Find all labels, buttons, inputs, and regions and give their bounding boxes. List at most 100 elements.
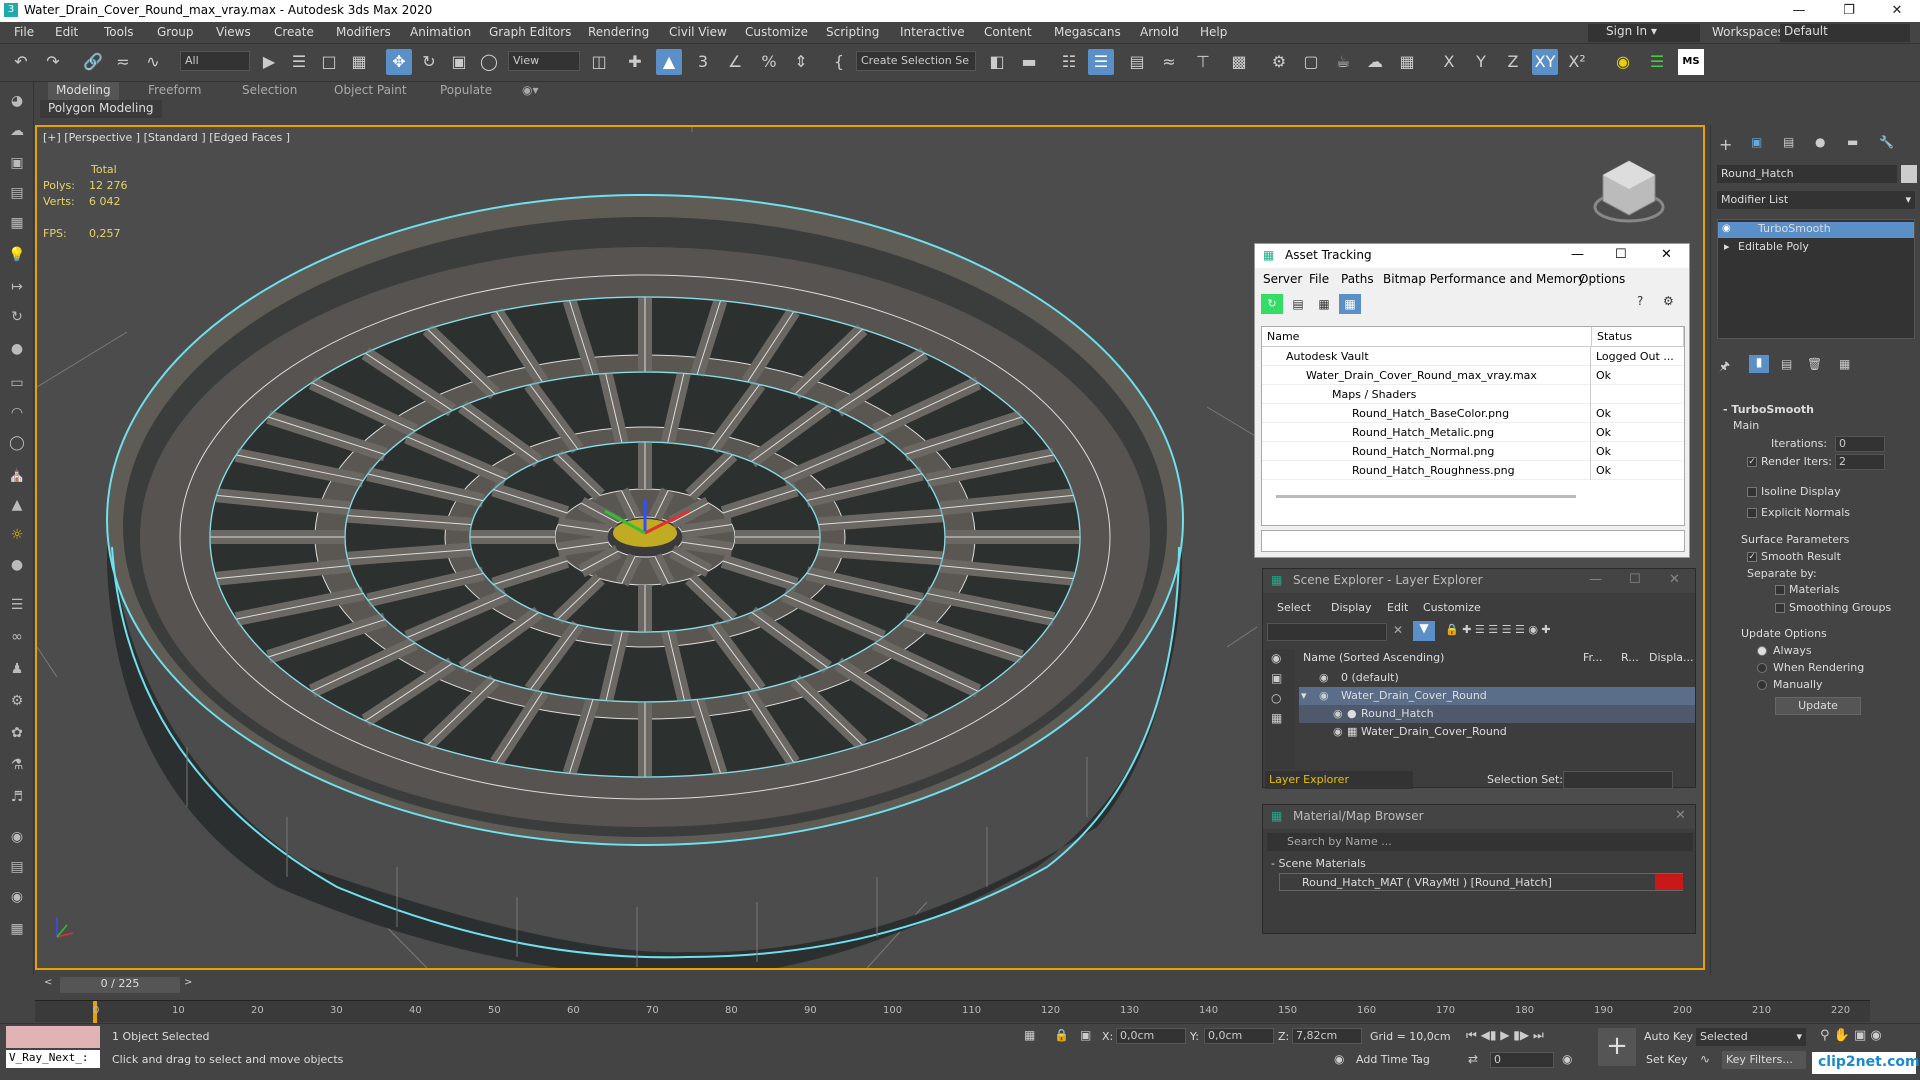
undo-icon[interactable]: ↶ bbox=[8, 49, 34, 75]
menu-help[interactable]: Help bbox=[1200, 25, 1227, 39]
add-time-tag-button[interactable]: Add Time Tag bbox=[1356, 1053, 1430, 1072]
scene-display-cameras-icon[interactable]: ▦ bbox=[1271, 711, 1282, 725]
menu-modifiers[interactable]: Modifiers bbox=[336, 25, 391, 39]
menu-views[interactable]: Views bbox=[216, 25, 251, 39]
reference-coord-dropdown[interactable]: View bbox=[508, 51, 580, 71]
explicit-normals-checkbox[interactable] bbox=[1747, 508, 1757, 518]
scene-object-row[interactable]: ◉ ▦ Water_Drain_Cover_Round bbox=[1299, 723, 1695, 741]
lock-selection-icon[interactable]: 🔒 bbox=[1054, 1028, 1069, 1042]
mirror-icon[interactable]: ◧ bbox=[984, 49, 1010, 75]
vray-frame-icon[interactable]: ▦ bbox=[1394, 49, 1420, 75]
scene-layer-row[interactable]: ◉ 0 (default) bbox=[1299, 669, 1695, 687]
scene-menu-edit[interactable]: Edit bbox=[1387, 601, 1408, 620]
show-end-result-icon[interactable]: ▮ bbox=[1749, 355, 1769, 373]
pivot-icon[interactable]: ◫ bbox=[586, 49, 612, 75]
asset-row[interactable]: Round_Hatch_Normal.png Ok bbox=[1262, 442, 1684, 461]
select-manipulate-icon[interactable]: ✚ bbox=[622, 49, 648, 75]
keyboard-shortcut-icon[interactable]: ▲ bbox=[656, 49, 682, 75]
layers-tool-icon[interactable]: ▤ bbox=[6, 182, 28, 204]
sphere-tool-icon[interactable]: ◯ bbox=[6, 432, 28, 454]
toggle-scene-explorer-icon[interactable]: ☷ bbox=[1056, 49, 1082, 75]
motion-tab-icon[interactable]: ● bbox=[1815, 135, 1825, 149]
hemisphere-tool-icon[interactable]: ◠ bbox=[6, 402, 28, 424]
playback-controls[interactable]: ⏮ ◀▮ ▶ ▮▶ ⏭ bbox=[1466, 1028, 1544, 1043]
object-color-swatch[interactable] bbox=[1901, 165, 1917, 183]
manually-radio[interactable] bbox=[1757, 680, 1767, 690]
auto-key-button[interactable]: Auto Key bbox=[1644, 1030, 1693, 1049]
menu-customize[interactable]: Customize bbox=[745, 25, 808, 39]
always-radio[interactable] bbox=[1757, 646, 1767, 656]
menu-megascans[interactable]: Megascans bbox=[1054, 25, 1121, 39]
asset-scrollbar[interactable] bbox=[1276, 495, 1576, 498]
window-crossing-icon[interactable]: ▦ bbox=[346, 49, 372, 75]
rotate-icon[interactable]: ↻ bbox=[416, 49, 442, 75]
axis-z-button[interactable]: Z bbox=[1500, 49, 1526, 75]
scene-minimize-icon[interactable]: — bbox=[1589, 572, 1602, 587]
ribbon-icon[interactable]: ▤ bbox=[1124, 49, 1150, 75]
render-iters-spinner[interactable]: 2 bbox=[1835, 454, 1885, 470]
rendered-frame-icon[interactable]: ▢ bbox=[1298, 49, 1324, 75]
time-tag-icon[interactable]: ◉ bbox=[1334, 1052, 1344, 1066]
edit-named-selection-icon[interactable]: { bbox=[826, 49, 852, 75]
modify-tab-icon[interactable]: ▣ bbox=[1751, 135, 1762, 149]
snaps-toggle-icon[interactable]: 3 bbox=[690, 49, 716, 75]
eye-icon[interactable]: ◉ bbox=[1319, 689, 1329, 702]
menu-arnold[interactable]: Arnold bbox=[1140, 25, 1179, 39]
smooth-result-checkbox[interactable]: ✓ bbox=[1747, 552, 1757, 562]
percent-snap-icon[interactable]: % bbox=[756, 49, 782, 75]
close-icon[interactable]: ✕ bbox=[1874, 0, 1920, 22]
asset-minimize-icon[interactable]: — bbox=[1571, 247, 1584, 262]
set-key-button[interactable]: Set Key bbox=[1646, 1053, 1688, 1072]
gear-tool-icon[interactable]: ⚙ bbox=[6, 690, 28, 712]
asset-col-name[interactable]: Name bbox=[1262, 327, 1592, 347]
place-icon[interactable]: ◯ bbox=[476, 49, 502, 75]
scene-col-render[interactable]: R... bbox=[1621, 651, 1639, 670]
biped-tool-icon[interactable]: ♟ bbox=[6, 658, 28, 680]
asset-row[interactable]: Round_Hatch_BaseColor.png Ok bbox=[1262, 404, 1684, 423]
schematic-view-icon[interactable]: ⊤ bbox=[1190, 49, 1216, 75]
menu-scripting[interactable]: Scripting bbox=[826, 25, 879, 39]
menu-create[interactable]: Create bbox=[274, 25, 314, 39]
plant-tool-icon[interactable]: ✿ bbox=[6, 722, 28, 744]
asset-menu-bitmap[interactable]: Bitmap Performance and Memory bbox=[1383, 272, 1585, 286]
asset-settings-icon[interactable]: ⚙ bbox=[1663, 294, 1674, 308]
material-editor-icon[interactable]: ▩ bbox=[1226, 49, 1252, 75]
vray-tool-icon[interactable]: ◉ bbox=[6, 886, 28, 908]
stack-item-turbosmooth[interactable]: TurboSmooth bbox=[1718, 222, 1914, 238]
menu-content[interactable]: Content bbox=[984, 25, 1032, 39]
viewport-nav-icons[interactable]: ⚲ ✋ ▣ ◉ bbox=[1820, 1028, 1882, 1043]
menu-file[interactable]: File bbox=[14, 25, 34, 39]
move-icon[interactable]: ✥ bbox=[386, 49, 412, 75]
sun-tool-icon[interactable]: ☼ bbox=[6, 524, 28, 546]
display-tab-icon[interactable]: ▬ bbox=[1847, 135, 1858, 149]
materials-checkbox[interactable] bbox=[1775, 585, 1785, 595]
hf-tool-icon[interactable]: ⚗ bbox=[6, 754, 28, 776]
vray-lights-icon[interactable]: ◉ bbox=[1610, 49, 1636, 75]
material-search-field[interactable]: Search by Name ... bbox=[1267, 833, 1693, 851]
scene-display-geometry-icon[interactable]: ▣ bbox=[1271, 671, 1282, 685]
eye-icon[interactable]: ◉ bbox=[1722, 223, 1731, 234]
named-selection-dropdown[interactable]: Create Selection Se bbox=[856, 51, 976, 71]
render-cloud-icon[interactable]: ☁ bbox=[1362, 49, 1388, 75]
cone-tool-icon[interactable]: ▲ bbox=[6, 494, 28, 516]
globe-tool-icon[interactable]: ◉ bbox=[6, 826, 28, 848]
maxscript-mini-listener[interactable]: V_Ray_Next_: bbox=[6, 1050, 100, 1068]
eye-icon[interactable]: ◉ bbox=[1333, 725, 1343, 738]
object-name-field[interactable]: Round_Hatch bbox=[1717, 165, 1897, 183]
scene-col-freeze[interactable]: Fr... bbox=[1583, 651, 1603, 670]
zoom-icon[interactable]: ▣ bbox=[6, 152, 28, 174]
menu-graph-editors[interactable]: Graph Editors bbox=[489, 25, 571, 39]
track-bar[interactable]: 0 10 20 30 40 50 60 70 80 90 100 110 120 130 140 150 160… bbox=[35, 1000, 1870, 1023]
expand-icon[interactable]: ▸ bbox=[1724, 240, 1730, 253]
render-iters-checkbox[interactable]: ✓ bbox=[1747, 457, 1757, 467]
eye-icon[interactable]: ◉ bbox=[1333, 707, 1343, 720]
scene-display-objects-icon[interactable]: ◉ bbox=[1271, 651, 1281, 665]
rect-selection-icon[interactable]: □ bbox=[316, 49, 342, 75]
stack-item-editable-poly[interactable]: ▸ Editable Poly bbox=[1718, 240, 1809, 253]
axis-y-button[interactable]: Y bbox=[1468, 49, 1494, 75]
sound-tool-icon[interactable]: ♬ bbox=[6, 786, 28, 808]
scale-icon[interactable]: ▣ bbox=[446, 49, 472, 75]
prev-frame-icon[interactable]: < bbox=[44, 977, 56, 993]
isolate-icon[interactable]: ▦ bbox=[1024, 1028, 1035, 1042]
asset-list-icon[interactable]: ▤ bbox=[1287, 294, 1309, 314]
